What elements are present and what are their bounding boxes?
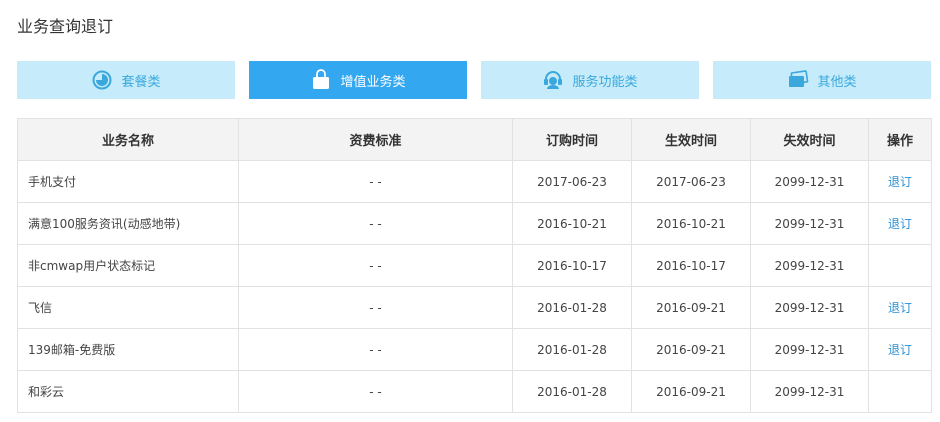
cell-name: 手机支付	[17, 160, 239, 203]
cell-expire-time: 2099-12-31	[750, 160, 869, 203]
cards-icon	[787, 69, 809, 91]
cell-order-time: 2016-10-17	[512, 244, 632, 287]
tab-label: 其他类	[817, 74, 857, 90]
cell-action: 退订	[868, 328, 932, 371]
unsubscribe-link[interactable]: 退订	[888, 217, 912, 231]
cell-effective-time: 2017-06-23	[631, 160, 751, 203]
cell-expire-time: 2099-12-31	[750, 244, 869, 287]
header-effective-time: 生效时间	[631, 118, 751, 161]
shopping-bag-icon	[310, 69, 332, 91]
cell-action: 退订	[868, 286, 932, 329]
cell-effective-time: 2016-10-21	[631, 202, 751, 245]
cell-expire-time: 2099-12-31	[750, 202, 869, 245]
cell-order-time: 2016-01-28	[512, 370, 632, 413]
cell-name: 飞信	[17, 286, 239, 329]
table-row: 满意100服务资讯(动感地带) - - 2016-10-21 2016-10-2…	[17, 202, 932, 245]
unsubscribe-link[interactable]: 退订	[888, 301, 912, 315]
cell-action: 退订	[868, 202, 932, 245]
header-name: 业务名称	[17, 118, 239, 161]
cell-action: 退订	[868, 160, 932, 203]
header-order-time: 订购时间	[512, 118, 632, 161]
cell-effective-time: 2016-09-21	[631, 328, 751, 371]
table-row: 非cmwap用户状态标记 - - 2016-10-17 2016-10-17 2…	[17, 244, 932, 287]
headset-icon	[542, 69, 564, 91]
page-title: 业务查询退订	[17, 17, 114, 36]
table-row: 手机支付 - - 2017-06-23 2017-06-23 2099-12-3…	[17, 160, 932, 203]
table-row: 和彩云 - - 2016-01-28 2016-09-21 2099-12-31	[17, 370, 932, 413]
tab-label: 套餐类	[121, 74, 161, 90]
cell-order-time: 2017-06-23	[512, 160, 632, 203]
unsubscribe-link[interactable]: 退订	[888, 343, 912, 357]
cell-effective-time: 2016-09-21	[631, 286, 751, 329]
header-expire-time: 失效时间	[750, 118, 869, 161]
cell-order-time: 2016-01-28	[512, 286, 632, 329]
cell-expire-time: 2099-12-31	[750, 328, 869, 371]
cell-action	[868, 370, 932, 413]
tab-service-function[interactable]: 服务功能类	[481, 61, 699, 99]
tab-label: 服务功能类	[572, 74, 638, 90]
cell-name: 139邮箱-免费版	[17, 328, 239, 371]
cell-order-time: 2016-10-21	[512, 202, 632, 245]
cell-fee: - -	[238, 244, 513, 287]
cell-fee: - -	[238, 286, 513, 329]
cell-fee: - -	[238, 328, 513, 371]
cell-fee: - -	[238, 160, 513, 203]
tab-value-added[interactable]: 增值业务类	[249, 61, 467, 99]
unsubscribe-link[interactable]: 退订	[888, 175, 912, 189]
category-tabs: 套餐类 增值业务类 服务功能类 其他类	[17, 61, 931, 99]
cell-effective-time: 2016-10-17	[631, 244, 751, 287]
cell-name: 满意100服务资讯(动感地带)	[17, 202, 239, 245]
cell-name: 和彩云	[17, 370, 239, 413]
business-table: 业务名称 资费标准 订购时间 生效时间 失效时间 操作 手机支付 - - 201…	[17, 118, 932, 413]
cell-order-time: 2016-01-28	[512, 328, 632, 371]
header-action: 操作	[868, 118, 932, 161]
cell-expire-time: 2099-12-31	[750, 286, 869, 329]
tab-other[interactable]: 其他类	[713, 61, 931, 99]
cell-action	[868, 244, 932, 287]
table-row: 139邮箱-免费版 - - 2016-01-28 2016-09-21 2099…	[17, 328, 932, 371]
header-fee: 资费标准	[238, 118, 513, 161]
cell-fee: - -	[238, 370, 513, 413]
table-row: 飞信 - - 2016-01-28 2016-09-21 2099-12-31 …	[17, 286, 932, 329]
tab-label: 增值业务类	[340, 74, 406, 90]
pie-chart-icon	[91, 69, 113, 91]
tab-package[interactable]: 套餐类	[17, 61, 235, 99]
cell-fee: - -	[238, 202, 513, 245]
cell-expire-time: 2099-12-31	[750, 370, 869, 413]
cell-effective-time: 2016-09-21	[631, 370, 751, 413]
table-header-row: 业务名称 资费标准 订购时间 生效时间 失效时间 操作	[17, 118, 932, 161]
cell-name: 非cmwap用户状态标记	[17, 244, 239, 287]
